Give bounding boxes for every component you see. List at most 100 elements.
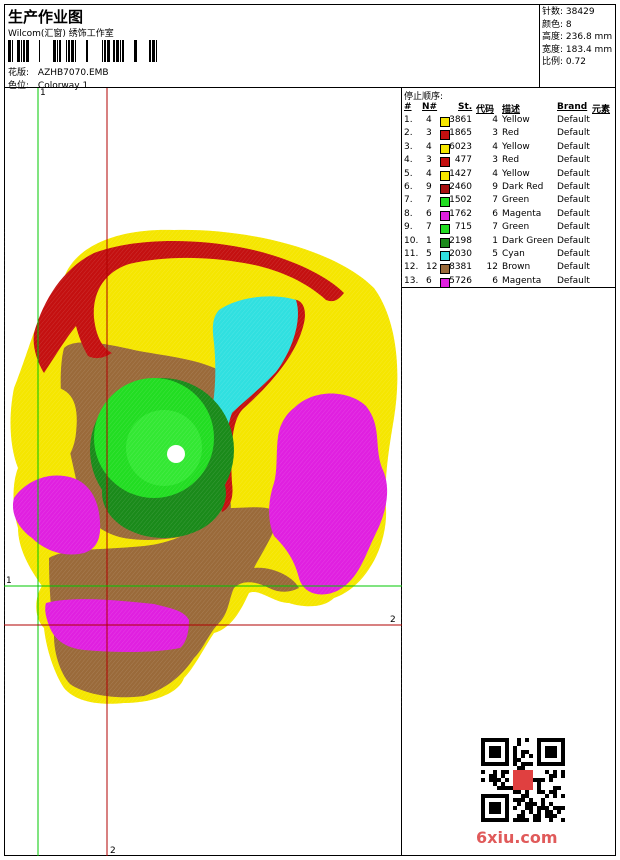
row-num: 4. <box>404 155 413 166</box>
row-needle: 4 <box>426 115 432 125</box>
color-swatch <box>440 157 450 168</box>
row-code: 9 <box>492 182 498 192</box>
row-stitches: 6023 <box>449 141 472 152</box>
row-stitches: 1865 <box>449 128 472 139</box>
row-desc: Red <box>502 128 520 139</box>
stat-colors: 颜色: 8 <box>542 19 572 30</box>
stop-sequence-title: 停止顺序: <box>404 92 444 102</box>
table-row[interactable]: 7. 7 1502 7 Green Default <box>402 195 616 208</box>
page-title: 生产作业图 <box>8 8 84 26</box>
row-brand: Default <box>557 222 590 233</box>
row-brand: Default <box>557 275 590 286</box>
row-desc: Red <box>502 155 520 166</box>
color-swatch <box>440 170 450 181</box>
barcode <box>8 40 157 62</box>
row-brand: Default <box>557 249 590 259</box>
marker-h1: 1 <box>6 576 12 586</box>
marker-v2: 2 <box>110 846 116 856</box>
row-desc: Green <box>502 222 530 233</box>
row-num: 2. <box>404 128 413 139</box>
row-num: 5. <box>404 168 413 179</box>
table-row[interactable]: 8. 6 1762 6 Magenta Default <box>402 209 616 222</box>
table-row[interactable]: 5. 4 1427 4 Yellow Default <box>402 169 616 182</box>
col-brand: Brand <box>557 102 588 112</box>
row-needle: 9 <box>426 182 432 192</box>
row-brand: Default <box>557 155 590 166</box>
row-stitches: 1427 <box>449 168 472 179</box>
row-desc: Yellow <box>502 141 530 152</box>
row-brand: Default <box>557 168 590 179</box>
design-row: 花版: AZHB7070.EMB <box>8 65 109 78</box>
header-panel: 生产作业图 Wilcom(汇窗) 绣饰工作室 花版: AZHB7070.EMB … <box>4 4 540 91</box>
stats-panel: 针数: 38429 颜色: 8 高度: 236.8 mm 宽度: 183.4 m… <box>540 4 616 88</box>
row-needle: 3 <box>426 155 432 166</box>
color-swatch <box>440 184 450 194</box>
row-code: 5 <box>492 249 498 259</box>
row-needle: 4 <box>426 141 432 152</box>
row-brand: Default <box>557 141 590 152</box>
row-num: 13. <box>404 275 419 286</box>
table-row[interactable]: 13. 6 5726 6 Magenta Default <box>402 276 616 289</box>
row-brand: Default <box>557 262 590 273</box>
row-code: 3 <box>492 155 498 166</box>
col-num: # <box>404 102 412 112</box>
table-row[interactable]: 12. 12 8381 12 Brown Default <box>402 262 616 275</box>
marker-v1: 1 <box>40 88 46 98</box>
design-label: 花版: <box>8 68 30 78</box>
row-code: 6 <box>492 275 498 286</box>
row-brand: Default <box>557 208 590 219</box>
row-needle: 5 <box>426 249 432 259</box>
row-stitches: 5726 <box>449 275 472 286</box>
row-needle: 4 <box>426 168 432 179</box>
color-swatch <box>440 210 450 221</box>
row-desc: Brown <box>502 262 531 273</box>
row-brand: Default <box>557 128 590 139</box>
row-stitches: 8381 <box>449 262 472 273</box>
row-code: 12 <box>486 262 498 273</box>
stat-height: 高度: 236.8 mm <box>542 32 613 43</box>
row-brand: Default <box>557 235 590 246</box>
row-code: 7 <box>492 195 498 206</box>
table-row[interactable]: 6. 9 2460 9 Dark Red Default <box>402 182 616 195</box>
watermark-logo: 6xiu.com <box>476 828 558 847</box>
row-stitches: 1502 <box>449 195 472 206</box>
color-swatch <box>440 277 450 288</box>
row-desc: Cyan <box>502 249 525 259</box>
color-swatch <box>440 197 450 208</box>
row-desc: Magenta <box>502 208 542 219</box>
table-row[interactable]: 4. 3 477 3 Red Default <box>402 155 616 168</box>
color-swatch <box>440 264 450 275</box>
color-swatch <box>440 251 450 261</box>
row-stitches: 477 <box>454 155 472 166</box>
row-num: 9. <box>404 222 413 233</box>
table-row[interactable]: 2. 3 1865 3 Red Default <box>402 128 616 141</box>
row-desc: Dark Red <box>502 182 544 192</box>
col-code: 代码 <box>476 105 495 115</box>
row-desc: Dark Green <box>502 235 554 246</box>
col-element: 元素 <box>592 105 611 115</box>
row-stitches: 3861 <box>449 115 472 125</box>
row-stitches: 2198 <box>449 235 472 246</box>
row-code: 3 <box>492 128 498 139</box>
row-code: 4 <box>492 115 498 125</box>
design-canvas[interactable]: 1 1 2 2 <box>4 88 402 856</box>
row-code: 7 <box>492 222 498 233</box>
row-code: 6 <box>492 208 498 219</box>
row-needle: 6 <box>426 275 432 286</box>
row-num: 3. <box>404 141 413 152</box>
table-row[interactable]: 11. 5 2030 5 Cyan Default <box>402 249 616 262</box>
row-num: 10. <box>404 235 419 246</box>
row-code: 1 <box>492 235 498 246</box>
row-needle: 3 <box>426 128 432 139</box>
table-row[interactable]: 1. 4 3861 4 Yellow Default <box>402 115 616 128</box>
row-brand: Default <box>557 115 590 125</box>
qr-code <box>481 738 565 822</box>
table-row[interactable]: 10. 1 2198 1 Dark Green Default <box>402 236 616 249</box>
row-needle: 12 <box>426 262 438 273</box>
row-needle: 7 <box>426 195 432 206</box>
stop-sequence-panel: 停止顺序: # N# St. 代码 描述 Brand 元素 1. 4 3861 4 Ye… <box>402 88 616 288</box>
row-code: 4 <box>492 168 498 179</box>
table-row[interactable]: 9. 7 715 7 Green Default <box>402 222 616 235</box>
table-row[interactable]: 3. 4 6023 4 Yellow Default <box>402 142 616 155</box>
stat-width: 宽度: 183.4 mm <box>542 44 613 55</box>
